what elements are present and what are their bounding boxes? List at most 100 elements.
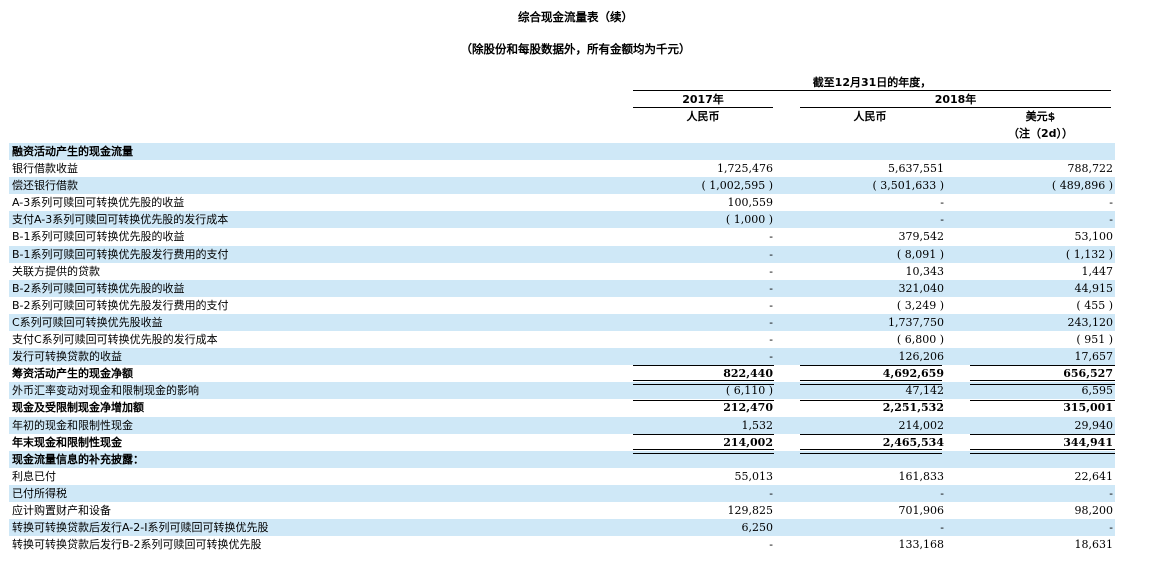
row-value-col1: - [769, 315, 773, 329]
total-rule [970, 365, 1115, 367]
row-value-col3: 315,001 [1063, 401, 1113, 415]
row-value-col3: 44,915 [1074, 281, 1114, 295]
row-label: C系列可赎回可转换优先股收益 [12, 315, 163, 329]
row-value-col3: 29,940 [1074, 418, 1114, 432]
total-rule [970, 399, 1115, 401]
table-row: 应计购置财产和设备 129,825 701,906 98,200 [9, 502, 1115, 519]
row-label: 转换可转换贷款后发行A-2-I系列可赎回可转换优先股 [12, 521, 269, 535]
row-value-col2: 133,168 [898, 538, 945, 552]
row-value-col2: ( 3,249 ) [896, 298, 944, 312]
total-rule [800, 399, 942, 401]
row-value-col2: 2,251,532 [882, 401, 944, 415]
row-label: 现金及受限制现金净增加额 [12, 401, 144, 415]
row-value-col1: 1,725,476 [717, 162, 773, 176]
row-value-col1: 55,013 [734, 469, 774, 483]
row-value-col2: 321,040 [898, 281, 945, 295]
row-label: B-1系列可赎回可转换优先股发行费用的支付 [12, 247, 229, 261]
row-value-col3: ( 951 ) [1076, 333, 1113, 347]
row-label: A-3系列可赎回可转换优先股的收益 [12, 196, 185, 210]
row-label: 年末现金和限制性现金 [12, 435, 122, 449]
row-value-col2: - [940, 521, 944, 535]
row-value-col2: ( 6,800 ) [896, 333, 944, 347]
row-value-col2: 701,906 [898, 503, 945, 517]
row-value-col1: - [769, 264, 773, 278]
row-label: 已付所得税 [12, 486, 67, 500]
row-value-col2: - [940, 486, 944, 500]
row-value-col2: - [940, 213, 944, 227]
total-rule [970, 433, 1115, 435]
row-label: B-1系列可赎回可转换优先股的收益 [12, 230, 185, 244]
table-row: 转换可转换贷款后发行A-2-I系列可赎回可转换优先股 6,250 - - [9, 519, 1115, 537]
year-2017-header: 2017年 [682, 93, 724, 106]
total-rule [633, 433, 774, 435]
row-label: 融资活动产生的现金流量 [12, 145, 133, 158]
row-value-col3: 22,641 [1074, 469, 1114, 483]
table-row: 年初的现金和限制性现金 1,532 214,002 29,940 [9, 416, 1115, 434]
row-value-col3: 17,657 [1074, 350, 1114, 364]
row-label: 发行可转换贷款的收益 [12, 350, 122, 364]
period-rule [633, 90, 1111, 91]
table-row: 现金及受限制现金净增加额 212,470 2,251,532 315,001 [9, 399, 1115, 416]
row-value-col1: 129,825 [727, 503, 774, 517]
row-value-col2: 5,637,551 [888, 162, 944, 176]
row-label: 支付C系列可赎回可转换优先股的发行成本 [12, 333, 218, 347]
row-label: 关联方提供的贷款 [12, 264, 100, 278]
col3-note: （注（2d）） [1007, 127, 1074, 140]
year-2018-header: 2018年 [934, 93, 977, 106]
row-label: 年初的现金和限制性现金 [12, 418, 133, 432]
year-2017-rule [633, 107, 773, 108]
row-value-col1: 100,559 [727, 196, 774, 210]
total-rule [800, 365, 942, 367]
col3-currency-header: 美元$ [1025, 110, 1056, 123]
row-value-col3: ( 455 ) [1076, 298, 1113, 312]
period-header: 截至12月31日的年度， [812, 76, 932, 89]
row-label: 应计购置财产和设备 [12, 503, 111, 517]
table-row: 筹资活动产生的现金净额 822,440 4,692,659 656,527 [9, 365, 1115, 382]
row-value-col3: - [1109, 486, 1113, 500]
table-row: B-2系列可赎回可转换优先股发行费用的支付 - ( 3,249 ) ( 455 ) [9, 297, 1115, 314]
row-value-col2: 379,542 [898, 230, 945, 244]
table-row: 关联方提供的贷款 - 10,343 1,447 [9, 263, 1115, 280]
row-value-col1: ( 1,000 ) [725, 213, 773, 227]
double-total-rule [633, 380, 774, 386]
row-value-col2: 126,206 [898, 350, 945, 364]
table-row: 银行借款收益 1,725,476 5,637,551 788,722 [9, 160, 1115, 177]
row-label: B-2系列可赎回可转换优先股发行费用的支付 [12, 298, 229, 312]
cash-flow-table: 融资活动产生的现金流量 银行借款收益 1,725,476 5,637,551 788,7… [9, 143, 1115, 553]
row-value-col3: ( 489,896 ) [1051, 179, 1113, 193]
total-rule [633, 365, 774, 367]
table-row: 融资活动产生的现金流量 [9, 143, 1115, 161]
row-value-col2: ( 3,501,633 ) [872, 179, 944, 193]
row-value-col1: 1,532 [741, 418, 774, 432]
row-value-col2: 161,833 [898, 469, 945, 483]
table-row: 偿还银行借款 ( 1,002,595 ) ( 3,501,633 ) ( 489,89… [9, 177, 1115, 195]
table-row: 利息已付 55,013 161,833 22,641 [9, 468, 1115, 485]
row-value-col3: - [1109, 521, 1113, 535]
double-total-rule [800, 448, 942, 454]
row-value-col2: ( 8,091 ) [896, 247, 944, 261]
row-value-col3: 18,631 [1074, 538, 1114, 552]
table-row: 转换可转换贷款后发行B-2系列可赎回可转换优先股 - 133,168 18,631 [9, 536, 1115, 553]
year-2018-rule [800, 107, 1111, 108]
row-label: 转换可转换贷款后发行B-2系列可赎回可转换优先股 [12, 538, 262, 552]
row-value-col3: 243,120 [1067, 315, 1114, 329]
total-rule [800, 433, 942, 435]
row-value-col2: 10,343 [905, 264, 945, 278]
table-row: 年末现金和限制性现金 214,002 2,465,534 344,941 [9, 434, 1115, 451]
row-label: 外币汇率变动对现金和限制现金的影响 [12, 384, 199, 398]
table-row: 现金流量信息的补充披露： [9, 450, 1115, 468]
row-value-col1: 212,470 [723, 401, 773, 415]
row-value-col3: 1,447 [1081, 264, 1114, 278]
row-value-col1: - [769, 247, 773, 261]
row-value-col1: - [769, 350, 773, 364]
row-label: 利息已付 [12, 469, 56, 483]
row-value-col1: - [769, 298, 773, 312]
total-rule [633, 399, 774, 401]
row-label: 筹资活动产生的现金净额 [12, 367, 133, 381]
table-row: 外币汇率变动对现金和限制现金的影响( 6,110 ) 47,142 6,595 [9, 382, 1115, 400]
table-row: 支付A-3系列可赎回可转换优先股的发行成本 ( 1,000 ) - - [9, 211, 1115, 229]
table-row: 已付所得税 - - - [9, 484, 1115, 502]
statement-subtitle: （除股份和每股数据外，所有金额均为千元） [460, 42, 691, 56]
row-value-col3: 788,722 [1067, 162, 1114, 176]
row-value-col2: - [940, 196, 944, 210]
